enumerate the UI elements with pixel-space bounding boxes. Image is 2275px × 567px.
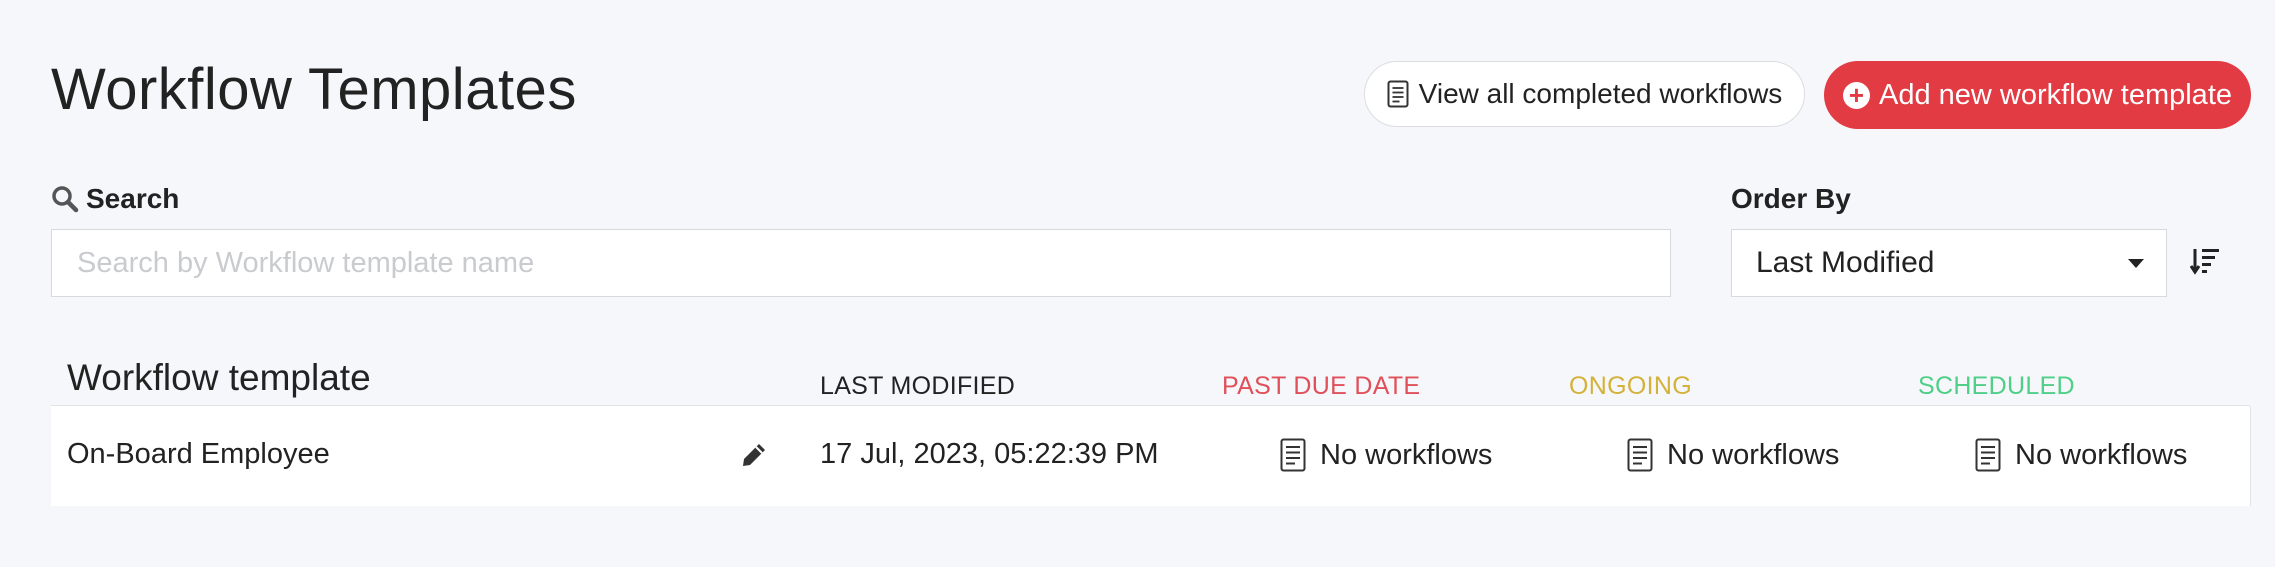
search-input[interactable] <box>51 229 1671 297</box>
column-header-last-modified: LAST MODIFIED <box>820 372 1016 400</box>
sort-descending-icon <box>2189 249 2219 275</box>
order-by-select[interactable]: Last Modified <box>1731 229 2167 297</box>
column-header-ongoing: ONGOING <box>1569 372 1692 400</box>
ongoing-status: No workflows <box>1667 438 1840 471</box>
order-by-label: Order By <box>1731 183 1851 214</box>
pencil-icon <box>743 444 765 466</box>
add-workflow-template-label: Add new workflow template <box>1879 78 2232 111</box>
page-title: Workflow Templates <box>51 57 577 122</box>
ongoing-workflows[interactable]: No workflows <box>1627 438 1839 472</box>
workflow-template-name[interactable]: On-Board Employee <box>67 438 330 471</box>
order-by-selected-value: Last Modified <box>1756 246 1935 279</box>
edit-template-button[interactable] <box>739 440 769 475</box>
view-completed-workflows-label: View all completed workflows <box>1418 78 1783 109</box>
document-icon <box>1280 438 1306 472</box>
past-due-status: No workflows <box>1320 438 1493 471</box>
table-row[interactable]: On-Board Employee 17 Jul, 2023, 05:22:39… <box>51 406 2251 506</box>
view-completed-workflows-button[interactable]: View all completed workflows <box>1364 61 1805 127</box>
column-header-scheduled: SCHEDULED <box>1918 372 2075 400</box>
search-label-text: Search <box>86 183 180 214</box>
document-icon <box>1975 438 2001 472</box>
scheduled-workflows[interactable]: No workflows <box>1975 438 2187 472</box>
column-header-workflow-template: Workflow template <box>67 357 371 398</box>
scheduled-status: No workflows <box>2015 438 2188 471</box>
document-icon <box>1387 80 1409 108</box>
column-header-past-due-date: PAST DUE DATE <box>1222 372 1421 400</box>
search-icon <box>52 186 79 213</box>
document-icon <box>1627 438 1653 472</box>
chevron-down-icon <box>2128 259 2144 268</box>
search-label: Search <box>51 183 179 215</box>
plus-circle-icon: + <box>1843 81 1870 109</box>
sort-direction-button[interactable] <box>2189 247 2220 280</box>
last-modified-value: 17 Jul, 2023, 05:22:39 PM <box>820 438 1159 470</box>
past-due-workflows[interactable]: No workflows <box>1280 438 1492 472</box>
add-workflow-template-button[interactable]: + Add new workflow template <box>1824 61 2251 129</box>
